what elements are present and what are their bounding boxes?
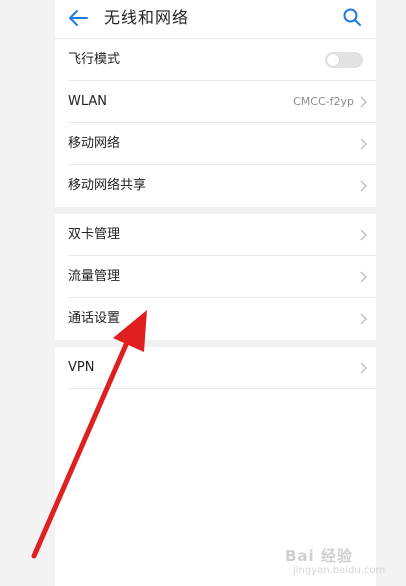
row-label: 移动网络 <box>68 136 121 151</box>
row-label: 流量管理 <box>68 269 121 284</box>
settings-group-connectivity: 飞行模式 WLAN CMCC-f2yp 移动网络 移动网络共享 <box>55 39 376 207</box>
row-label: 飞行模式 <box>68 52 121 67</box>
row-label: 移动网络共享 <box>68 178 147 193</box>
watermark-sub: jingyan.baidu.com <box>293 565 386 576</box>
chevron-right-icon <box>360 229 367 241</box>
row-wlan[interactable]: WLAN CMCC-f2yp <box>55 81 376 123</box>
watermark: Bai 经验 jingyan.baidu.com <box>285 545 400 581</box>
row-label: WLAN <box>68 94 108 109</box>
chevron-right-icon <box>360 271 367 283</box>
row-label: VPN <box>68 360 95 375</box>
watermark-text: Bai 经验 <box>285 547 353 565</box>
row-airplane-mode[interactable]: 飞行模式 <box>55 39 376 81</box>
page-title: 无线和网络 <box>104 8 190 27</box>
chevron-right-icon <box>360 96 367 108</box>
row-mobile-network[interactable]: 移动网络 <box>55 123 376 165</box>
row-vpn[interactable]: VPN <box>55 347 376 389</box>
chevron-right-icon <box>360 313 367 325</box>
row-dual-sim[interactable]: 双卡管理 <box>55 214 376 256</box>
row-data-usage[interactable]: 流量管理 <box>55 256 376 298</box>
search-icon[interactable] <box>342 7 362 27</box>
row-tethering[interactable]: 移动网络共享 <box>55 165 376 207</box>
row-label: 通话设置 <box>68 311 121 326</box>
settings-group-sim: 双卡管理 流量管理 通话设置 <box>55 214 376 340</box>
arrow-left-icon[interactable] <box>67 8 89 28</box>
chevron-right-icon <box>360 180 367 192</box>
wlan-network-name: CMCC-f2yp <box>293 95 354 108</box>
airplane-mode-toggle[interactable] <box>325 52 363 68</box>
chevron-right-icon <box>360 138 367 150</box>
row-call-settings[interactable]: 通话设置 <box>55 298 376 340</box>
app-bar: 无线和网络 <box>55 0 376 39</box>
chevron-right-icon <box>360 362 367 374</box>
settings-screen: 无线和网络 飞行模式 WLAN CMCC-f2yp 移动网络 移动网络共享 双卡… <box>55 0 376 586</box>
toggle-knob <box>327 54 339 66</box>
row-label: 双卡管理 <box>68 227 121 242</box>
settings-group-vpn: VPN <box>55 347 376 389</box>
